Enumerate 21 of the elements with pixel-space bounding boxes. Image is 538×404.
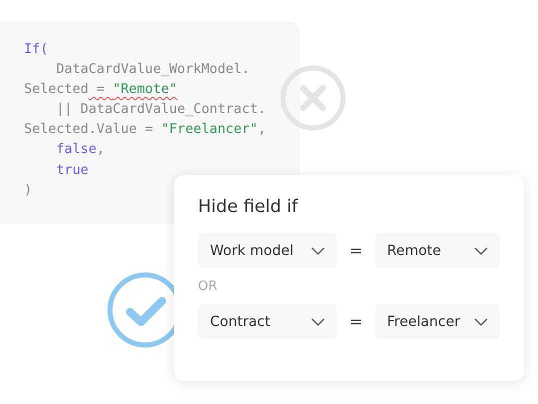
code-line: Selected = "Remote" bbox=[24, 81, 178, 100]
field-dropdown[interactable]: Contract bbox=[198, 304, 337, 339]
code-line: false, bbox=[55, 141, 105, 160]
close-icon bbox=[278, 63, 348, 133]
code-line: DataCardValue_WorkModel. bbox=[55, 61, 250, 80]
code-line: || DataCardValue_Contract. bbox=[55, 101, 266, 120]
equals-sign: = bbox=[348, 312, 364, 331]
code-line: true bbox=[55, 162, 88, 180]
value-dropdown[interactable]: Freelancer bbox=[375, 304, 500, 339]
code-line: ) bbox=[24, 182, 32, 200]
chevron-down-icon bbox=[474, 318, 488, 326]
chevron-down-icon bbox=[474, 246, 488, 254]
card-title: Hide field if bbox=[198, 197, 298, 217]
code-line: If( bbox=[24, 41, 48, 59]
field-dropdown[interactable]: Work model bbox=[198, 233, 337, 268]
chevron-down-icon bbox=[311, 246, 325, 254]
chevron-down-icon bbox=[311, 318, 325, 326]
value-dropdown[interactable]: Remote bbox=[375, 233, 500, 268]
equals-sign: = bbox=[348, 241, 364, 260]
or-label: OR bbox=[198, 279, 218, 294]
code-line: Selected.Value = "Freelancer", bbox=[24, 121, 266, 140]
